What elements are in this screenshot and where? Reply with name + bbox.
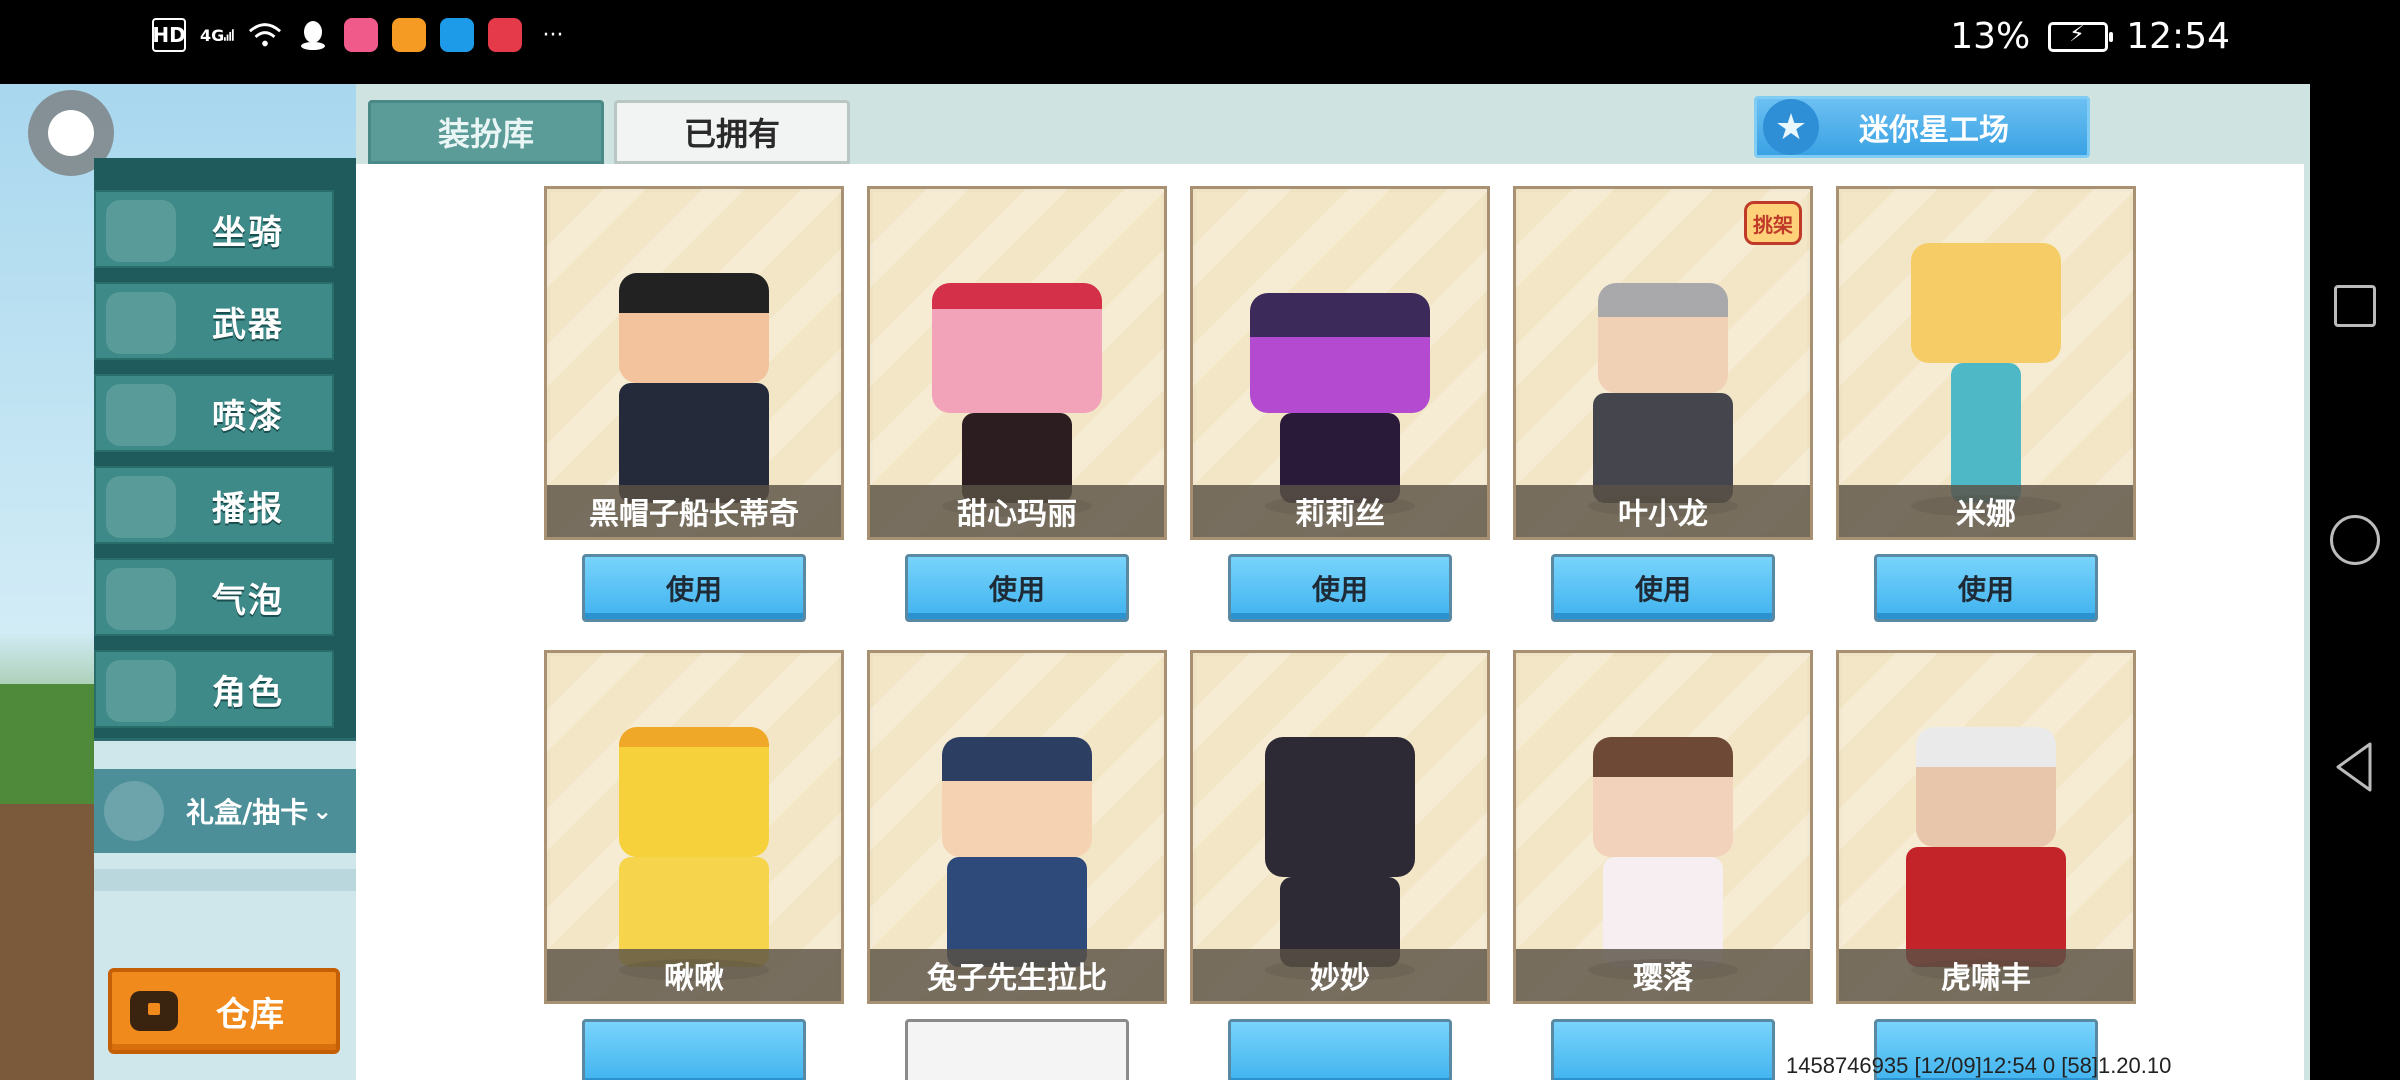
use-button[interactable]: [1228, 1019, 1452, 1080]
hd-icon: HD: [152, 18, 186, 52]
skin-name: 兔子先生拉比: [870, 949, 1164, 1001]
character-image: [942, 737, 1092, 981]
skin-name: 啾啾: [547, 949, 841, 1001]
skin-card[interactable]: 璎落: [1513, 650, 1813, 1004]
skin-name: 米娜: [1839, 485, 2133, 537]
skin-name: 叶小龙: [1516, 485, 1810, 537]
coin-icon: [104, 781, 164, 841]
app-icon-pink: [344, 18, 378, 52]
character-icon: [106, 660, 176, 722]
skin-name: 妙妙: [1193, 949, 1487, 1001]
use-button[interactable]: [905, 1019, 1129, 1080]
sidebar-item-spray[interactable]: 喷漆: [94, 374, 334, 452]
skin-card[interactable]: 啾啾: [544, 650, 844, 1004]
skin-card[interactable]: 虎啸丰: [1836, 650, 2136, 1004]
character-image: [1906, 727, 2066, 981]
sidebar-item-character[interactable]: 角色: [94, 650, 334, 728]
use-button[interactable]: 使用: [1551, 554, 1775, 622]
build-info: 1458746935 [12/09]12:54 0 [58]1.20.10: [1786, 1053, 2172, 1078]
use-button[interactable]: 使用: [905, 554, 1129, 622]
bubble-icon: [106, 568, 176, 630]
chest-icon: [130, 991, 178, 1031]
skin-name: 甜心玛丽: [870, 485, 1164, 537]
battery-percent: 13%: [1950, 16, 2031, 57]
tab-owned[interactable]: 已拥有: [614, 100, 850, 164]
skin-card[interactable]: 米娜: [1836, 186, 2136, 540]
more-notifications-icon: ···: [542, 22, 564, 48]
skin-name: 黑帽子船长蒂奇: [547, 485, 841, 537]
qq-icon: [296, 18, 330, 52]
skin-card[interactable]: 兔子先生拉比: [867, 650, 1167, 1004]
gift-box-icon: [106, 476, 176, 538]
spray-can-icon: [106, 384, 176, 446]
sidebar-item-bubble[interactable]: 气泡: [94, 558, 334, 636]
sidebar-item-broadcast[interactable]: 播报: [94, 466, 334, 544]
skin-card[interactable]: 妙妙: [1190, 650, 1490, 1004]
wifi-icon: [248, 18, 282, 52]
gun-icon: [106, 292, 176, 354]
system-navigation-bar: [2310, 0, 2400, 1080]
event-badge: 挑架: [1744, 201, 1802, 245]
use-button[interactable]: [582, 1019, 806, 1080]
status-icons: HD 4G ···: [152, 18, 570, 52]
character-image: [1265, 737, 1415, 981]
skin-card[interactable]: 莉莉丝: [1190, 186, 1490, 540]
use-button[interactable]: 使用: [582, 554, 806, 622]
character-image: [932, 283, 1102, 517]
recent-apps-icon[interactable]: [2334, 285, 2376, 327]
sidebar-item-mount[interactable]: 坐骑: [94, 190, 334, 268]
app-icon-blue: [440, 18, 474, 52]
tab-wardrobe[interactable]: 装扮库: [368, 100, 604, 164]
character-image: [1250, 293, 1430, 517]
app-icon-orange: [392, 18, 426, 52]
use-button[interactable]: 使用: [1228, 554, 1452, 622]
skin-card[interactable]: 黑帽子船长蒂奇: [544, 186, 844, 540]
signal-icon: 4G: [200, 18, 234, 52]
character-image: [1911, 243, 2061, 517]
skin-name: 璎落: [1516, 949, 1810, 1001]
character-image: [619, 273, 769, 517]
skin-grid: 黑帽子船长蒂奇 甜心玛丽 莉莉丝 挑架 叶小龙 米娜 使用 使用 使用 使用 使…: [356, 164, 2304, 1080]
status-bar: HD 4G ··· 13% ⚡ 12:54: [0, 0, 2310, 84]
warehouse-button[interactable]: 仓库: [108, 968, 340, 1054]
category-sidebar: 坐骑 武器 喷漆 播报 气泡 角色 礼盒/抽卡 ⌄ 仓库: [94, 158, 356, 1080]
home-icon[interactable]: [2330, 515, 2380, 565]
chevron-down-icon: ⌄: [312, 797, 333, 825]
character-image: [619, 727, 769, 981]
use-button[interactable]: 使用: [1874, 554, 2098, 622]
skin-card[interactable]: 挑架 叶小龙: [1513, 186, 1813, 540]
star-icon: ★: [1763, 99, 1819, 155]
gift-box-gacha-dropdown[interactable]: 礼盒/抽卡 ⌄: [94, 769, 356, 853]
clock: 12:54: [2126, 16, 2230, 57]
skin-card[interactable]: 甜心玛丽: [867, 186, 1167, 540]
wardrobe-panel: 装扮库 已拥有 ★ 迷你星工场 黑帽子船长蒂奇 甜心玛丽 莉莉丝 挑架 叶小龙 …: [356, 84, 2310, 1080]
character-image: [1588, 737, 1738, 981]
mini-star-workshop-button[interactable]: ★ 迷你星工场: [1754, 96, 2090, 158]
character-image: [1588, 283, 1738, 517]
use-button[interactable]: [1551, 1019, 1775, 1080]
mount-icon: [106, 200, 176, 262]
status-right: 13% ⚡ 12:54: [1950, 16, 2230, 57]
sidebar-item-weapon[interactable]: 武器: [94, 282, 334, 360]
skin-name: 虎啸丰: [1839, 949, 2133, 1001]
battery-icon: ⚡: [2048, 21, 2114, 52]
back-icon[interactable]: [2330, 740, 2380, 792]
app-icon-red: [488, 18, 522, 52]
skin-name: 莉莉丝: [1193, 485, 1487, 537]
